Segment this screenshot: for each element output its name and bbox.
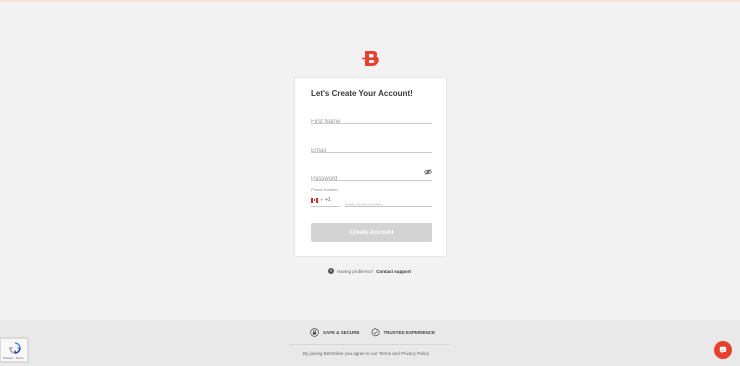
first-name-field[interactable] <box>311 110 432 128</box>
top-accent-line <box>0 0 740 2</box>
chevron-down-icon: ▼ <box>320 198 323 202</box>
phone-label: Phone Number <box>311 187 338 192</box>
shield-lock-icon <box>310 328 319 337</box>
trusted-experience-badge: TRUSTED EXPERIENCE <box>370 328 436 337</box>
chat-icon <box>719 346 727 354</box>
safe-secure-badge: SAFE & SECURE <box>310 328 360 337</box>
phone-input[interactable] <box>345 200 432 212</box>
help-row: ? Having problems? Contact support <box>328 268 411 274</box>
chat-button[interactable] <box>714 341 732 359</box>
email-input[interactable] <box>311 145 432 157</box>
phone-field[interactable] <box>345 194 432 212</box>
betonline-logo-icon <box>362 51 379 66</box>
form-title: Let's Create Your Account! <box>311 89 413 98</box>
footer-legal-text: By joining BetOnline you agree to our Te… <box>303 351 429 356</box>
trusted-experience-label: TRUSTED EXPERIENCE <box>383 330 436 335</box>
footer: SAFE & SECURE TRUSTED EXPERIENCE By join… <box>0 320 740 366</box>
recaptcha-badge[interactable]: Privacy - Terms <box>0 338 28 362</box>
footer-divider <box>290 344 450 345</box>
country-code-select[interactable]: ▼ +1 <box>311 194 340 207</box>
email-field[interactable] <box>311 139 432 157</box>
signup-card: Let's Create Your Account! Phone Number … <box>294 77 447 257</box>
canada-flag-icon <box>311 197 318 203</box>
password-field[interactable] <box>311 167 432 185</box>
safe-secure-label: SAFE & SECURE <box>323 330 360 335</box>
contact-support-link[interactable]: Contact support <box>376 269 411 274</box>
check-badge-icon <box>370 328 380 337</box>
recaptcha-icon <box>9 342 21 354</box>
password-input[interactable] <box>311 173 432 185</box>
phone-row: ▼ +1 <box>311 194 432 212</box>
country-code: +1 <box>324 197 331 203</box>
help-text: Having problems? <box>337 268 374 274</box>
recaptcha-links[interactable]: Privacy - Terms <box>3 356 24 360</box>
eye-off-icon[interactable] <box>424 169 432 175</box>
trust-badges: SAFE & SECURE TRUSTED EXPERIENCE <box>310 328 435 337</box>
first-name-input[interactable] <box>311 116 432 128</box>
create-account-button[interactable]: Create Account <box>311 223 432 242</box>
help-icon: ? <box>328 268 334 274</box>
